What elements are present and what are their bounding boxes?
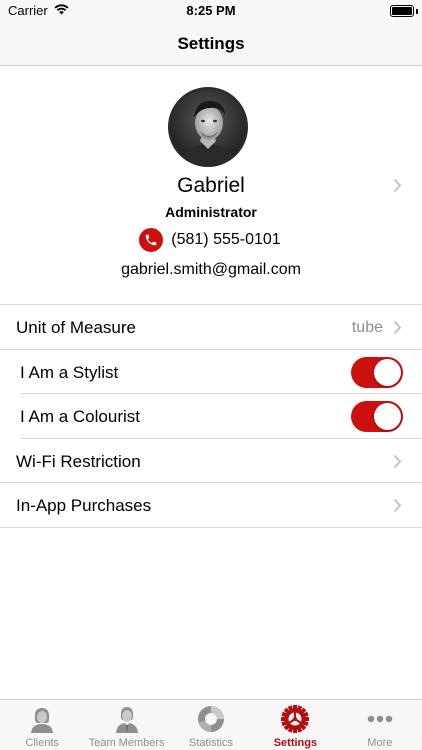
in-app-purchases-label: In-App Purchases xyxy=(16,496,152,515)
chevron-right-icon xyxy=(393,454,402,474)
colourist-row: I Am a Colourist xyxy=(0,394,422,439)
tab-label: Settings xyxy=(273,737,318,749)
colourist-toggle[interactable] xyxy=(351,401,403,432)
battery-tip xyxy=(416,9,418,14)
phone-row[interactable]: (581) 555-0101 xyxy=(0,228,422,252)
client-icon xyxy=(27,704,57,734)
settings-gear-icon xyxy=(280,704,310,734)
stylist-toggle[interactable] xyxy=(351,356,403,388)
profile-name: Gabriel xyxy=(177,174,245,197)
tab-label: Team Members xyxy=(88,737,165,749)
settings-list: Unit of Measure tube I Am a Stylist I Am… xyxy=(0,304,422,528)
tab-bar: Clients Team Members Statistics Settings… xyxy=(0,699,422,750)
tab-more[interactable]: More xyxy=(338,700,422,750)
status-time: 8:25 PM xyxy=(186,3,236,18)
wifi-restriction-row[interactable]: Wi-Fi Restriction xyxy=(0,439,422,483)
toggle-knob xyxy=(374,358,401,386)
chevron-right-icon xyxy=(393,498,402,518)
avatar xyxy=(168,87,248,167)
tab-label: Statistics xyxy=(189,737,234,749)
navigation-bar: Settings xyxy=(0,22,422,66)
in-app-purchases-row[interactable]: In-App Purchases xyxy=(0,483,422,528)
battery-icon xyxy=(390,5,414,17)
tab-label: Clients xyxy=(25,737,60,749)
tab-label: More xyxy=(367,737,393,749)
statistics-icon xyxy=(196,704,226,734)
team-members-icon xyxy=(112,704,142,734)
tab-statistics[interactable]: Statistics xyxy=(169,700,253,750)
phone-icon xyxy=(139,228,164,252)
email-address[interactable]: gabriel.smith@gmail.com xyxy=(0,261,422,279)
tab-team-members[interactable]: Team Members xyxy=(84,700,168,750)
stylist-label: I Am a Stylist xyxy=(20,362,119,382)
phone-number: (581) 555-0101 xyxy=(171,231,281,248)
tab-clients[interactable]: Clients xyxy=(0,700,84,750)
page-title: Settings xyxy=(177,34,245,53)
colourist-label: I Am a Colourist xyxy=(20,407,140,426)
unit-of-measure-value: tube xyxy=(351,319,383,336)
chevron-right-icon xyxy=(393,320,402,340)
unit-of-measure-row[interactable]: Unit of Measure tube xyxy=(0,305,422,350)
more-icon xyxy=(365,704,395,734)
tab-settings[interactable]: Settings xyxy=(253,700,337,750)
profile-header[interactable]: Gabriel Administrator (581) 555-0101 gab… xyxy=(0,66,422,304)
toggle-knob xyxy=(374,403,401,430)
stylist-row: I Am a Stylist xyxy=(0,350,422,395)
profile-role: Administrator xyxy=(165,204,257,220)
unit-of-measure-label: Unit of Measure xyxy=(16,318,136,337)
status-bar: Carrier 8:25 PM xyxy=(0,0,422,22)
chevron-right-icon xyxy=(393,178,402,198)
wifi-restriction-label: Wi-Fi Restriction xyxy=(16,451,141,471)
